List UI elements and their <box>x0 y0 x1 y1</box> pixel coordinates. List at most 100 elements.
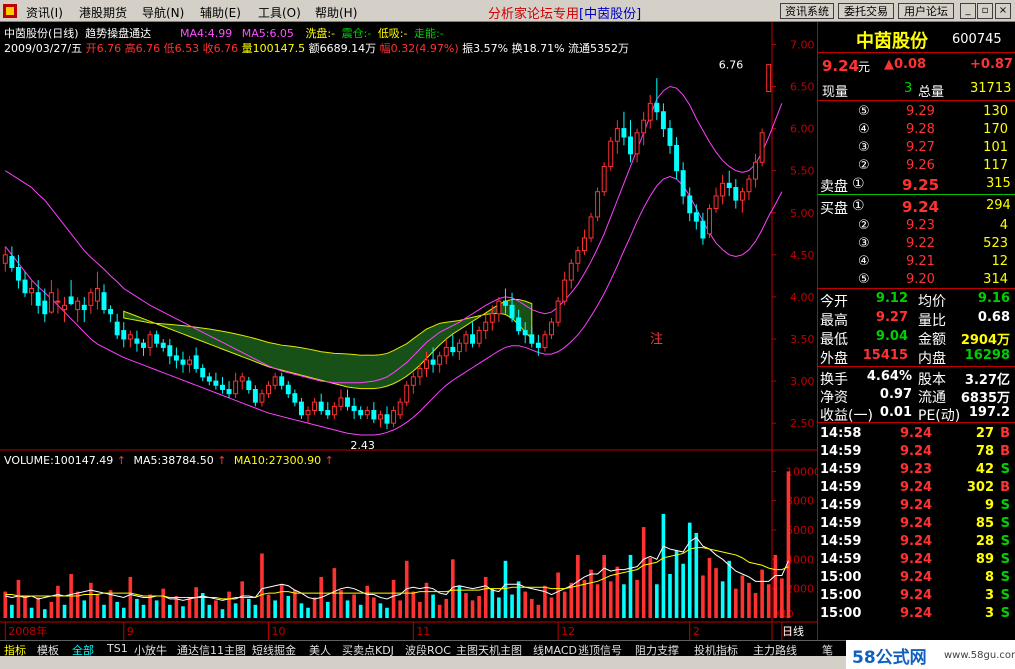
price-unit: 元 <box>858 60 871 74</box>
low-price-label: 2.43 <box>350 439 375 452</box>
candle-body <box>22 279 28 294</box>
tick-vol: 8 <box>984 570 994 585</box>
price-tick-label: 2.50 <box>790 417 815 430</box>
menu-tools[interactable]: 工具(O) <box>258 4 301 21</box>
candle-body <box>75 300 81 311</box>
candle-body <box>272 376 278 386</box>
volume-bar <box>339 590 343 618</box>
volume-bar <box>641 527 646 618</box>
chart-area[interactable]: 7.00 6.50 6.00 5.50 5.00 4.50 4.00 3.50 3.00 2.50… <box>0 22 817 640</box>
quote-panel: 中茵股份 600745 9.24 元 ▲0.08 +0.87 现量 3 总量 3… <box>817 22 1015 640</box>
menu-assist[interactable]: 辅助(E) <box>200 4 241 21</box>
candle-body <box>628 136 633 155</box>
level-vol: 101 <box>983 140 1008 155</box>
candle-body <box>470 334 476 344</box>
price-tick-label: 5.00 <box>790 207 815 220</box>
stat-value: 9.27 <box>875 310 908 325</box>
stat-value: 0.68 <box>977 310 1010 325</box>
volume-bar <box>773 554 778 618</box>
volume-bar <box>760 569 764 618</box>
indicator-tab[interactable]: TS1 <box>107 642 128 655</box>
candle-body <box>456 342 462 353</box>
candle-body <box>81 304 87 311</box>
volume-bar <box>372 597 376 618</box>
date-label: 12 <box>561 625 575 638</box>
volume-bar <box>536 604 541 618</box>
close-icon[interactable]: × <box>995 3 1011 19</box>
price-tick-label: 4.50 <box>790 249 815 262</box>
menu-hk-futures[interactable]: 港股期货 <box>79 4 127 21</box>
volume-bar <box>431 594 435 618</box>
tick-side: S <box>1000 552 1010 567</box>
candle-body <box>371 410 377 420</box>
news-system-button[interactable]: 资讯系统 <box>780 3 834 19</box>
candle-body <box>588 216 594 239</box>
volume-bar <box>608 581 613 618</box>
volume-bar <box>733 588 738 618</box>
zhencang-label: 震仓:- <box>341 27 372 40</box>
candle-body <box>733 187 739 201</box>
volume-bar <box>135 598 139 618</box>
volume-bar <box>102 604 106 618</box>
info-vol: 量100147.5 <box>241 42 306 55</box>
volume-bar <box>115 601 119 618</box>
separator <box>818 288 1015 289</box>
dixi-label: 低吸:- <box>377 27 408 40</box>
menu-info[interactable]: 资讯(I) <box>26 4 63 21</box>
level-label: ④ <box>858 254 870 269</box>
watermark-logo: 58公式网 <box>852 648 927 668</box>
chart-svg[interactable]: 7.00 6.50 6.00 5.50 5.00 4.50 4.00 3.50 3.00 2.50… <box>0 22 817 640</box>
date-label: 10 <box>272 625 286 638</box>
volume-bar <box>49 601 54 618</box>
volume-bar <box>714 568 718 618</box>
candle-body <box>660 111 666 130</box>
minimize-icon[interactable]: _ <box>960 3 976 19</box>
sell-level-row: ② 9.26 117 <box>818 157 1015 175</box>
stats2-row: 换手 4.64% 股本 3.27亿 <box>818 368 1015 388</box>
restore-icon[interactable]: ▫ <box>977 3 993 19</box>
candle-body <box>535 342 541 348</box>
tick-side: S <box>1000 462 1010 477</box>
volume-bar <box>444 598 449 618</box>
volume-bar <box>470 600 475 618</box>
candle-body <box>746 178 752 193</box>
candle-body <box>647 102 653 121</box>
watermark-box: 58公式网 www.58gu.com <box>846 640 1015 669</box>
menu-navigate[interactable]: 导航(N) <box>142 4 184 21</box>
separator <box>818 366 1015 367</box>
candle-body <box>173 355 179 361</box>
volume-bar <box>168 604 172 618</box>
volume-bar <box>549 597 554 618</box>
candle-body <box>141 342 146 348</box>
ma5-label: MA5:6.05 <box>241 27 294 40</box>
candle-body <box>101 292 107 311</box>
candle-body <box>720 182 726 197</box>
menu-help[interactable]: 帮助(H) <box>315 4 357 21</box>
level-vol: 523 <box>983 236 1008 251</box>
candle-body <box>68 296 74 305</box>
candle-body <box>338 397 344 407</box>
user-forum-button[interactable]: 用户论坛 <box>898 3 954 19</box>
candle-body <box>226 389 232 395</box>
volume-bar <box>42 609 47 618</box>
level-vol: 4 <box>999 218 1008 233</box>
candle-body <box>726 182 732 189</box>
info-amount: 额6689.14万 <box>308 42 377 55</box>
buy1-vol: 294 <box>986 198 1011 213</box>
level-label: ③ <box>858 236 870 251</box>
tick-vol: 85 <box>975 516 994 531</box>
volume-bar <box>89 582 93 618</box>
tick-side: S <box>1000 534 1010 549</box>
volume-row: 现量 3 总量 31713 <box>818 80 1015 100</box>
trade-order-button[interactable]: 委托交易 <box>838 3 894 19</box>
stats2-row: 收益(一) 0.01 PE(动) 197.2 <box>818 404 1015 424</box>
volume-bar <box>207 604 212 618</box>
volume-bar <box>418 601 422 618</box>
candle-body <box>285 384 291 395</box>
level-price: 9.23 <box>906 218 935 233</box>
volume-bar <box>523 591 528 618</box>
volume-bar <box>200 593 205 618</box>
stock-link[interactable]: [中茵股份] <box>579 7 641 22</box>
tick-row: 15:00 9.24 3 S <box>818 587 1015 605</box>
candle-body <box>476 330 482 344</box>
